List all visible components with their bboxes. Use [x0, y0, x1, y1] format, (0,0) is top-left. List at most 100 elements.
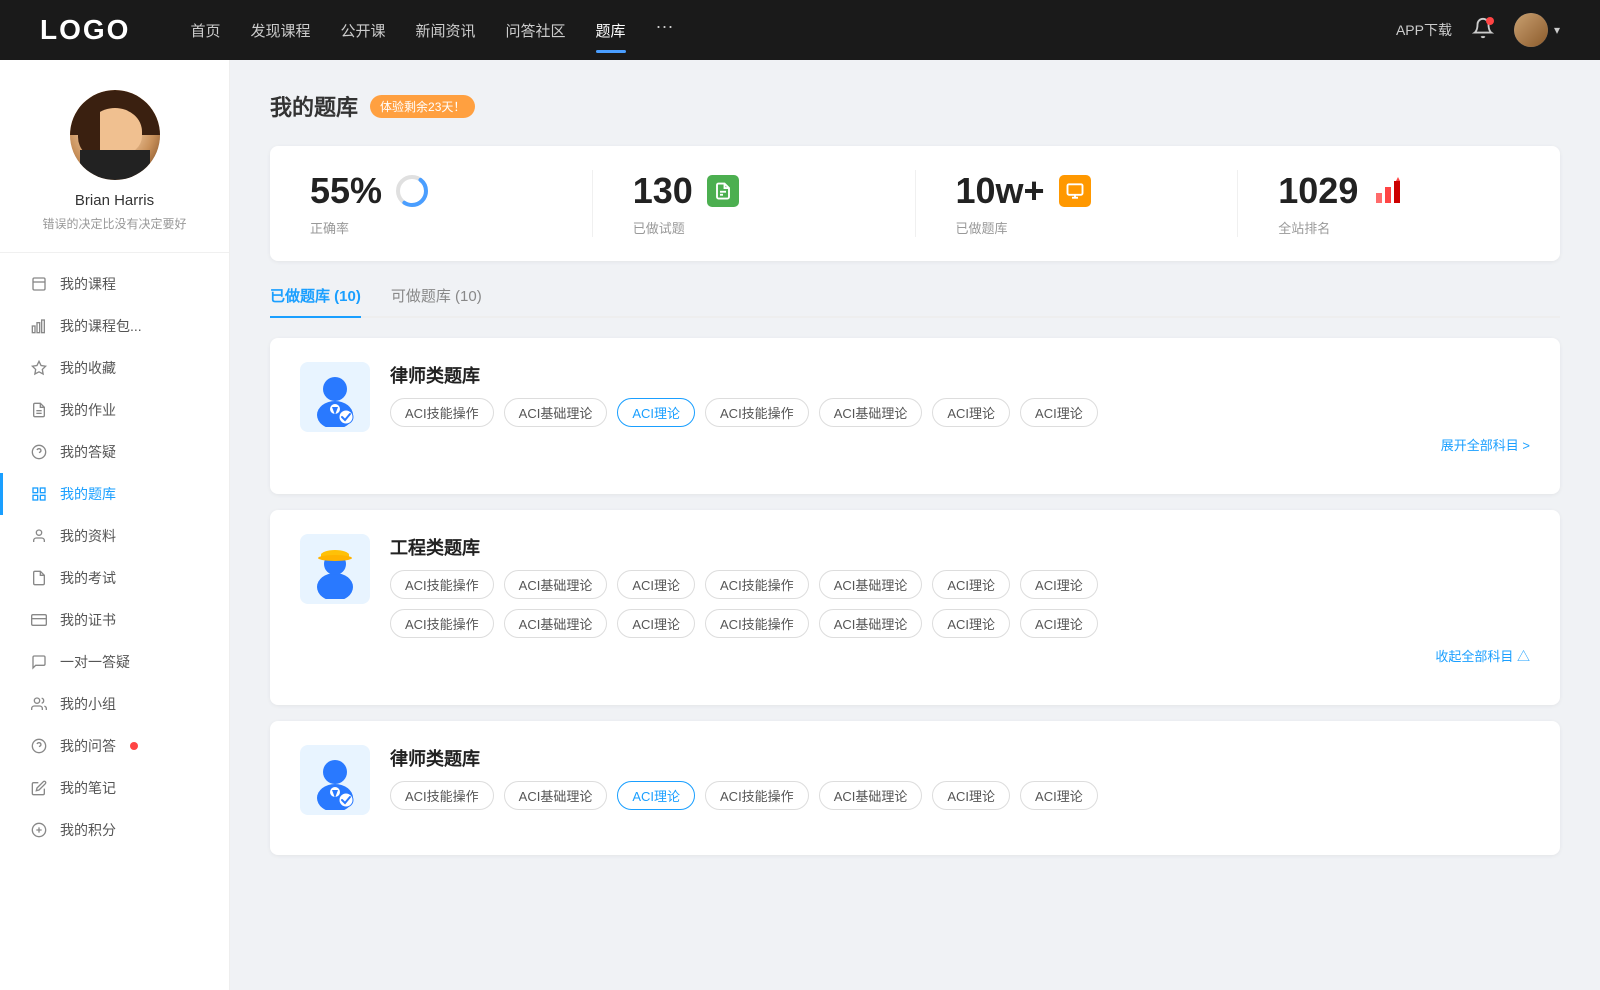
navbar-right: APP下载 ▾ — [1396, 13, 1560, 47]
sidebar-user-motto: 错误的决定比没有决定要好 — [42, 215, 186, 232]
qbank-icon-lawyer-2 — [300, 745, 370, 815]
qbank-name-3: 律师类题库 — [390, 745, 1530, 771]
qbank-tag-highlighted[interactable]: ACI理论 — [617, 398, 695, 427]
nav-item-qbank[interactable]: 题库 — [596, 16, 626, 45]
qbank-tag[interactable]: ACI基础理论 — [819, 781, 923, 810]
qbank-tag[interactable]: ACI基础理论 — [504, 609, 608, 638]
paper-icon — [30, 569, 48, 587]
nav-item-home[interactable]: 首页 — [190, 16, 220, 45]
qbank-tag[interactable]: ACI理论 — [1020, 781, 1098, 810]
qbank-name-2: 工程类题库 — [390, 534, 1530, 560]
logo: LOGO — [40, 14, 130, 46]
stat-questions-label: 已做试题 — [633, 218, 685, 237]
stat-accuracy-label: 正确率 — [310, 218, 349, 237]
chart-icon — [30, 317, 48, 335]
qbank-tag[interactable]: ACI理论 — [617, 570, 695, 599]
qbank-collapse-button[interactable]: 收起全部科目 △ — [390, 646, 1530, 665]
qbank-tag[interactable]: ACI基础理论 — [504, 570, 608, 599]
sidebar-item-course-packs[interactable]: 我的课程包... — [0, 305, 229, 347]
qbank-tag[interactable]: ACI技能操作 — [390, 609, 494, 638]
app-download-link[interactable]: APP下载 — [1396, 20, 1452, 40]
qbank-tags-2-row2: ACI技能操作 ACI基础理论 ACI理论 ACI技能操作 ACI基础理论 AC… — [390, 609, 1530, 638]
qbank-tag[interactable]: ACI技能操作 — [390, 570, 494, 599]
qbank-tag[interactable]: ACI理论 — [1020, 570, 1098, 599]
stat-ranking-value: 1029 — [1278, 170, 1358, 212]
sidebar-item-notes[interactable]: 我的笔记 — [0, 767, 229, 809]
notification-dot — [1486, 17, 1494, 25]
qbank-tag[interactable]: ACI理论 — [617, 609, 695, 638]
sidebar-item-qa-mine[interactable]: 我的答疑 — [0, 431, 229, 473]
nav-item-open-course[interactable]: 公开课 — [340, 16, 385, 45]
nav-item-discover[interactable]: 发现课程 — [250, 16, 310, 45]
qbank-tag[interactable]: ACI理论 — [932, 609, 1010, 638]
qbank-expand-button-1[interactable]: 展开全部科目 > — [390, 435, 1530, 454]
star-icon — [30, 359, 48, 377]
stat-questions-done: 130 已做试题 — [593, 170, 916, 237]
qbank-card-lawyer-2: 律师类题库 ACI技能操作 ACI基础理论 ACI理论 ACI技能操作 ACI基… — [270, 721, 1560, 855]
qbank-tag[interactable]: ACI基础理论 — [819, 609, 923, 638]
qbank-tag[interactable]: ACI理论 — [932, 570, 1010, 599]
qbank-card-engineer: 工程类题库 ACI技能操作 ACI基础理论 ACI理论 ACI技能操作 ACI基… — [270, 510, 1560, 705]
qbank-icon-lawyer — [300, 362, 370, 432]
qbank-tag[interactable]: ACI理论 — [1020, 609, 1098, 638]
main-content: 我的题库 体验剩余23天！ 55% 正确率 — [230, 60, 1600, 990]
points-icon — [30, 821, 48, 839]
nav-more-icon[interactable]: ··· — [656, 16, 674, 45]
sidebar: Brian Harris 错误的决定比没有决定要好 我的课程 我的课程包... — [0, 60, 230, 990]
tab-available-banks[interactable]: 可做题库 (10) — [391, 285, 482, 316]
qbank-tag[interactable]: ACI技能操作 — [705, 609, 809, 638]
page-title: 我的题库 — [270, 90, 358, 122]
qbank-icon-engineer — [300, 534, 370, 604]
sidebar-item-certs[interactable]: 我的证书 — [0, 599, 229, 641]
questions-doc-icon — [705, 173, 741, 209]
note-icon — [30, 779, 48, 797]
qbank-name-1: 律师类题库 — [390, 362, 1530, 388]
sidebar-item-favorites[interactable]: 我的收藏 — [0, 347, 229, 389]
qbank-tag[interactable]: ACI理论 — [932, 398, 1010, 427]
qbank-tag[interactable]: ACI技能操作 — [705, 398, 809, 427]
lawyer-icon-2 — [308, 750, 363, 810]
sidebar-item-profile[interactable]: 我的资料 — [0, 515, 229, 557]
sidebar-user-name: Brian Harris — [75, 192, 154, 209]
notification-bell[interactable] — [1472, 17, 1494, 44]
qbank-tags-2-row1: ACI技能操作 ACI基础理论 ACI理论 ACI技能操作 ACI基础理论 AC… — [390, 570, 1530, 599]
qbank-tag[interactable]: ACI技能操作 — [390, 781, 494, 810]
navbar-menu: 首页 发现课程 公开课 新闻资讯 问答社区 题库 ··· — [190, 16, 1396, 45]
sidebar-profile: Brian Harris 错误的决定比没有决定要好 — [0, 90, 229, 253]
sidebar-item-exams[interactable]: 我的考试 — [0, 557, 229, 599]
qbank-tag[interactable]: ACI基础理论 — [504, 781, 608, 810]
sidebar-item-groups[interactable]: 我的小组 — [0, 683, 229, 725]
sidebar-menu: 我的课程 我的课程包... 我的收藏 我的作业 — [0, 253, 229, 861]
stat-ranking: 1029 全站排名 — [1238, 170, 1560, 237]
nav-item-qa[interactable]: 问答社区 — [506, 16, 566, 45]
sidebar-avatar — [70, 90, 160, 180]
qbank-tag[interactable]: ACI技能操作 — [390, 398, 494, 427]
nav-item-news[interactable]: 新闻资讯 — [416, 16, 476, 45]
ranking-bar-icon — [1370, 173, 1406, 209]
group-icon — [30, 695, 48, 713]
tabs-row: 已做题库 (10) 可做题库 (10) — [270, 285, 1560, 318]
stat-banks-done: 10w+ 已做题库 — [916, 170, 1239, 237]
qbank-tag[interactable]: ACI技能操作 — [705, 781, 809, 810]
qbank-tag[interactable]: ACI技能操作 — [705, 570, 809, 599]
sidebar-item-questions[interactable]: 我的问答 — [0, 725, 229, 767]
navbar-chevron-icon: ▾ — [1554, 23, 1560, 37]
qbank-tag[interactable]: ACI基础理论 — [504, 398, 608, 427]
sidebar-item-one-on-one[interactable]: 一对一答疑 — [0, 641, 229, 683]
sidebar-item-my-courses[interactable]: 我的课程 — [0, 263, 229, 305]
sidebar-item-qbank[interactable]: 我的题库 — [0, 473, 229, 515]
user-icon — [30, 527, 48, 545]
user-avatar-wrapper[interactable]: ▾ — [1514, 13, 1560, 47]
qbank-tag[interactable]: ACI理论 — [1020, 398, 1098, 427]
sidebar-item-homework[interactable]: 我的作业 — [0, 389, 229, 431]
tab-done-banks[interactable]: 已做题库 (10) — [270, 285, 361, 316]
sidebar-item-points[interactable]: 我的积分 — [0, 809, 229, 851]
navbar-avatar — [1514, 13, 1548, 47]
stat-questions-value: 130 — [633, 170, 693, 212]
qbank-tag[interactable]: ACI基础理论 — [819, 570, 923, 599]
chat-icon — [30, 653, 48, 671]
qbank-tag[interactable]: ACI理论 — [932, 781, 1010, 810]
qbank-tag-highlighted[interactable]: ACI理论 — [617, 781, 695, 810]
qbank-tag[interactable]: ACI基础理论 — [819, 398, 923, 427]
stats-row: 55% 正确率 130 — [270, 146, 1560, 261]
